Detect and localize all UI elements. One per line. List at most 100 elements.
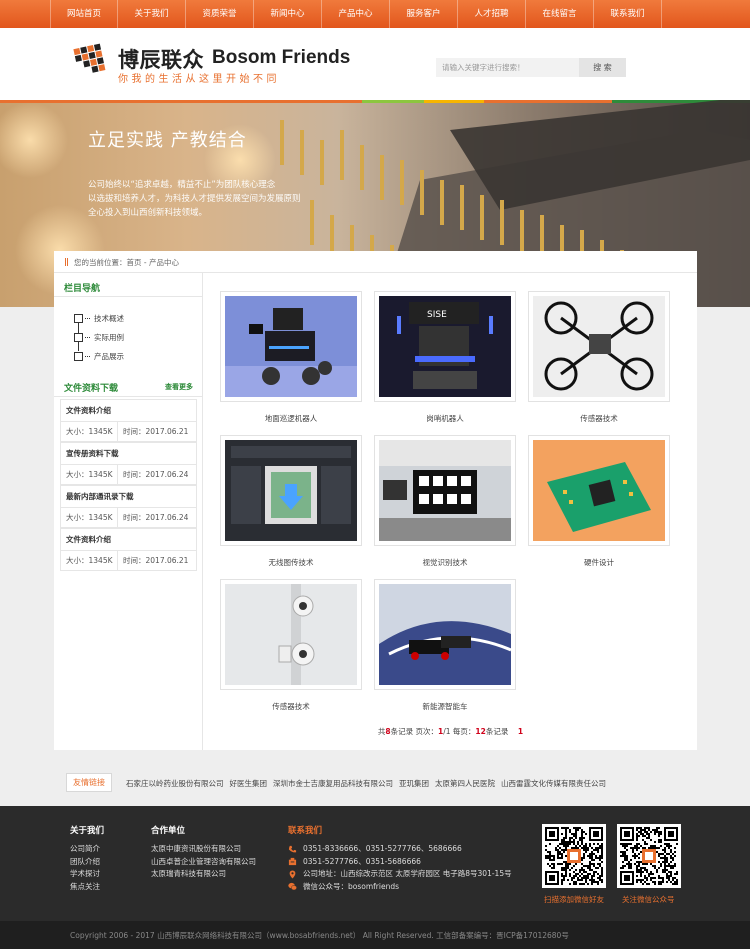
footer-about-link[interactable]: 焦点关注 xyxy=(70,881,104,894)
friend-link[interactable]: 亚玑集团 xyxy=(399,779,429,788)
copyright-bar: Copyright 2006 - 2017 山西博辰联众网络科技有限公司（www… xyxy=(0,921,750,949)
footer-about: 关于我们 公司简介 团队介绍 学术探讨 焦点关注 xyxy=(70,824,104,893)
product-card[interactable]: 地面巡逻机器人 xyxy=(220,291,362,424)
sentry-robot-photo: SISE xyxy=(379,296,511,397)
product-caption[interactable]: 新能源智能车 xyxy=(374,701,516,712)
sidebar-item-overview[interactable]: 技术概述 xyxy=(74,309,124,328)
nav-item[interactable]: 人才招聘 xyxy=(458,0,526,28)
product-caption[interactable]: 传感器技术 xyxy=(220,701,362,712)
search-button[interactable]: 搜 索 xyxy=(579,58,626,77)
download-size: 大小：1345K xyxy=(61,465,118,484)
sidebar-item-label: 产品展示 xyxy=(94,352,124,361)
nav-item[interactable]: 资质荣誉 xyxy=(186,0,254,28)
product-card[interactable]: 硬件设计 xyxy=(528,435,670,568)
search-input[interactable] xyxy=(436,58,579,77)
footer-partners-title: 合作单位 xyxy=(151,826,186,836)
download-item[interactable]: 文件资料介绍 大小：1345K 时间：2017.06.21 xyxy=(60,528,197,571)
footer-about-link[interactable]: 学术探讨 xyxy=(70,868,104,881)
sidebar-nav-header: 栏目导航 xyxy=(54,273,203,297)
product-card[interactable]: 无线图传技术 xyxy=(220,435,362,568)
breadcrumb-text: 您的当前位置：首页 - 产品中心 xyxy=(74,258,179,267)
qr-code-wechat-account xyxy=(617,824,681,888)
downloads-list: 文件资料介绍 大小：1345K 时间：2017.06.21 宣传册资料下载 大小：134… xyxy=(60,399,197,571)
footer-partner-link[interactable]: 太原瑞青科技有限公司 xyxy=(151,868,256,881)
footer-about-link[interactable]: 公司简介 xyxy=(70,843,104,856)
sidebar-item-products[interactable]: 产品展示 xyxy=(74,347,124,366)
download-name[interactable]: 文件资料介绍 xyxy=(60,399,197,421)
product-image-frame[interactable] xyxy=(374,435,516,546)
product-image-frame[interactable] xyxy=(220,435,362,546)
friend-link[interactable]: 太原第四人民医院 xyxy=(435,779,495,788)
sidebar-item-cases[interactable]: 实际用例 xyxy=(74,328,124,347)
qr-caption-friend: 扫描添加微信好友 xyxy=(544,895,604,904)
nav-item[interactable]: 新闻中心 xyxy=(254,0,322,28)
download-size: 大小：1345K xyxy=(61,551,118,570)
banner-text-line: 公司始终以“追求卓越，精益不止”为团队核心理念 xyxy=(88,180,276,190)
product-image-frame[interactable] xyxy=(528,435,670,546)
friend-link[interactable]: 山西雷霆文化传媒有限责任公司 xyxy=(501,779,606,788)
product-caption[interactable]: 岗哨机器人 xyxy=(374,413,516,424)
sensor-photo xyxy=(225,584,357,685)
contact-text: 0351-5277766、0351-5686666 xyxy=(303,856,421,866)
product-image-frame[interactable] xyxy=(374,579,516,690)
product-caption[interactable]: 硬件设计 xyxy=(528,557,670,568)
view-more-link[interactable]: 查看更多 xyxy=(165,382,193,392)
nav-item[interactable]: 产品中心 xyxy=(322,0,390,28)
product-caption[interactable]: 视觉识别技术 xyxy=(374,557,516,568)
main-content-card: 您的当前位置：首页 - 产品中心 栏目导航 技术概述 实际用例 产品展示 文件资… xyxy=(54,251,697,750)
download-item[interactable]: 最新内部通讯录下载 大小：1345K 时间：2017.06.24 xyxy=(60,485,197,528)
vision-lab-photo xyxy=(379,440,511,541)
product-caption[interactable]: 无线图传技术 xyxy=(220,557,362,568)
pager-text: /1 每页： xyxy=(443,727,476,736)
friend-link[interactable]: 深圳市金士吉康复用品科技有限公司 xyxy=(273,779,393,788)
download-meta: 大小：1345K 时间：2017.06.24 xyxy=(60,464,197,485)
footer-about-link[interactable]: 团队介绍 xyxy=(70,856,104,869)
product-caption[interactable]: 传感器技术 xyxy=(528,413,670,424)
product-image-frame[interactable]: SISE xyxy=(374,291,516,402)
download-meta: 大小：1345K 时间：2017.06.21 xyxy=(60,421,197,442)
copyright-text: Copyright 2006 - 2017 山西博辰联众网络科技有限公司（www… xyxy=(70,931,569,940)
product-card[interactable]: 传感器技术 xyxy=(528,291,670,424)
contact-row: 公司地址：山西综改示范区 太原学府园区 电子路8号301-15号 xyxy=(288,868,512,881)
download-size: 大小：1345K xyxy=(61,508,118,527)
slogan: 你我的生活从这里开始不同 xyxy=(118,74,280,85)
nav-item[interactable]: 服务客户 xyxy=(390,0,458,28)
product-card[interactable]: 传感器技术 xyxy=(220,579,362,712)
product-caption[interactable]: 地面巡逻机器人 xyxy=(220,413,362,424)
nav-item[interactable]: 网站首页 xyxy=(50,0,118,28)
pager-text: 条记录 xyxy=(485,727,509,736)
breadcrumb: 您的当前位置：首页 - 产品中心 xyxy=(54,251,697,273)
banner-title: 立足实践 产教结合 xyxy=(88,130,247,151)
nav-item[interactable]: 关于我们 xyxy=(118,0,186,28)
phone-icon xyxy=(288,845,297,853)
nav-item[interactable]: 联系我们 xyxy=(594,0,662,28)
pager-current-page-link[interactable]: 1 xyxy=(518,727,523,736)
product-image-frame[interactable] xyxy=(220,291,362,402)
download-meta: 大小：1345K 时间：2017.06.21 xyxy=(60,550,197,571)
tree-node-icon xyxy=(74,352,83,361)
contact-row: 0351-5277766、0351-5686666 xyxy=(288,856,512,869)
download-item[interactable]: 文件资料介绍 大小：1345K 时间：2017.06.21 xyxy=(60,399,197,442)
download-name[interactable]: 最新内部通讯录下载 xyxy=(60,485,197,507)
robot-car-photo xyxy=(225,296,357,397)
friend-link[interactable]: 石家庄以岭药业股份有限公司 xyxy=(126,779,224,788)
footer-partner-link[interactable]: 山西卓普企业管理咨询有限公司 xyxy=(151,856,256,869)
product-image-frame[interactable] xyxy=(528,291,670,402)
product-card[interactable]: 新能源智能车 xyxy=(374,579,516,712)
download-name[interactable]: 宣传册资料下载 xyxy=(60,442,197,464)
footer-about-title: 关于我们 xyxy=(70,826,105,836)
footer-contact-title: 联系我们 xyxy=(288,826,323,836)
download-name[interactable]: 文件资料介绍 xyxy=(60,528,197,550)
nav-item[interactable]: 在线留言 xyxy=(526,0,594,28)
product-card[interactable]: SISE 岗哨机器人 xyxy=(374,291,516,424)
footer-partner-link[interactable]: 太原中康资讯股份有限公司 xyxy=(151,843,256,856)
download-item[interactable]: 宣传册资料下载 大小：1345K 时间：2017.06.24 xyxy=(60,442,197,485)
download-time: 时间：2017.06.24 xyxy=(123,513,189,522)
svg-text:SISE: SISE xyxy=(427,310,447,320)
banner-text-line: 以选拔和培养人才，为科技人才提供发展空间为发展原则 xyxy=(88,194,301,204)
friend-link[interactable]: 好医生集团 xyxy=(230,779,268,788)
product-card[interactable]: 视觉识别技术 xyxy=(374,435,516,568)
logo-english-text: Bosom Friends xyxy=(212,47,351,68)
product-image-frame[interactable] xyxy=(220,579,362,690)
tree-node-icon xyxy=(74,333,83,342)
